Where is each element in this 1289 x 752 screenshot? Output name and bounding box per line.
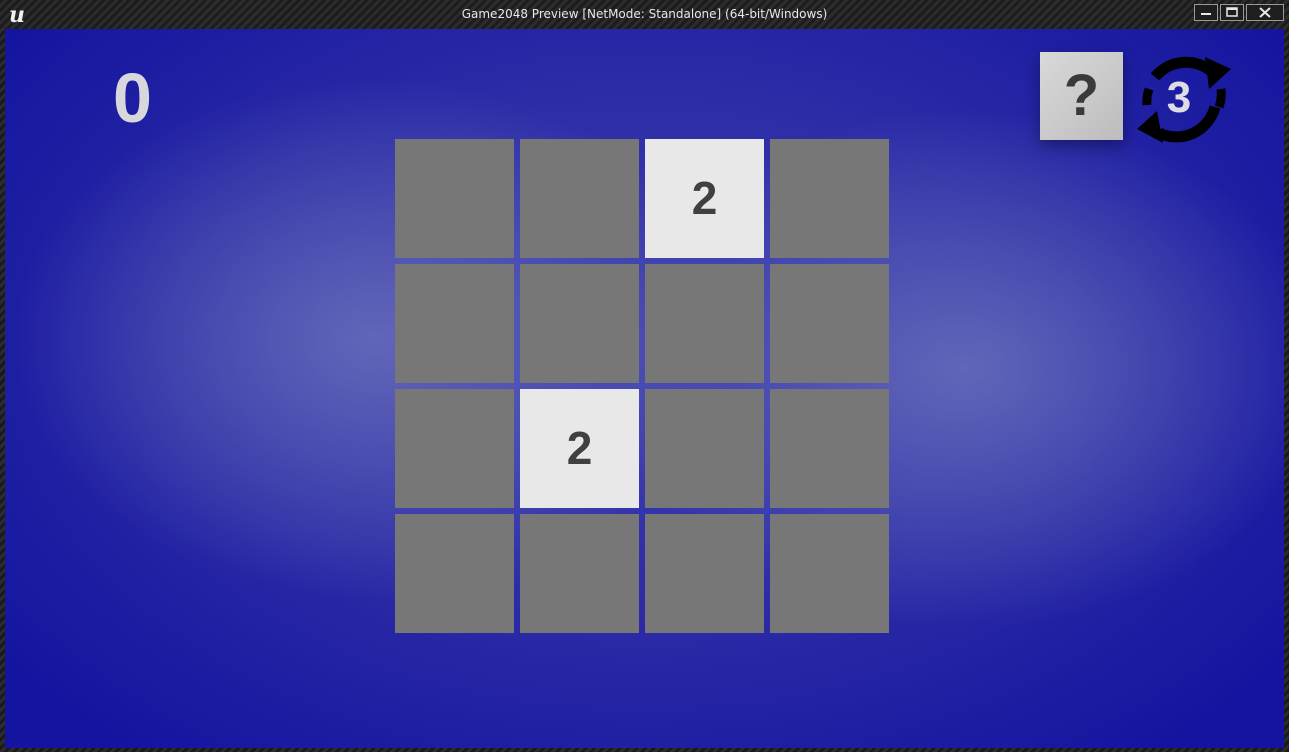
empty-tile <box>770 514 889 633</box>
empty-tile <box>520 139 639 258</box>
game-window: u Game2048 Preview [NetMode: Standalone]… <box>0 0 1289 752</box>
score-display: 0 <box>113 59 152 137</box>
window-title: Game2048 Preview [NetMode: Standalone] (… <box>461 7 828 21</box>
tile-2: 2 <box>520 389 639 508</box>
empty-tile <box>770 389 889 508</box>
empty-tile <box>520 514 639 633</box>
game-board: 22 <box>395 139 890 634</box>
help-button[interactable]: ? <box>1040 52 1123 140</box>
maximize-button[interactable] <box>1220 4 1244 21</box>
empty-tile <box>770 264 889 383</box>
undo-count: 3 <box>1166 73 1192 122</box>
minimize-icon <box>1201 13 1211 15</box>
empty-tile <box>395 264 514 383</box>
maximize-icon <box>1226 7 1238 17</box>
close-icon <box>1259 7 1271 18</box>
empty-tile <box>645 514 764 633</box>
empty-tile <box>395 514 514 633</box>
tile-2: 2 <box>645 139 764 258</box>
window-controls <box>1194 4 1284 21</box>
title-bar[interactable]: u Game2048 Preview [NetMode: Standalone]… <box>0 0 1289 29</box>
empty-tile <box>520 264 639 383</box>
game-viewport[interactable]: 0 ? 3 22 <box>5 29 1284 748</box>
empty-tile <box>395 389 514 508</box>
empty-tile <box>770 139 889 258</box>
close-button[interactable] <box>1246 4 1284 21</box>
empty-tile <box>645 264 764 383</box>
undo-button[interactable]: 3 <box>1133 49 1231 147</box>
minimize-button[interactable] <box>1194 4 1218 21</box>
empty-tile <box>395 139 514 258</box>
empty-tile <box>645 389 764 508</box>
